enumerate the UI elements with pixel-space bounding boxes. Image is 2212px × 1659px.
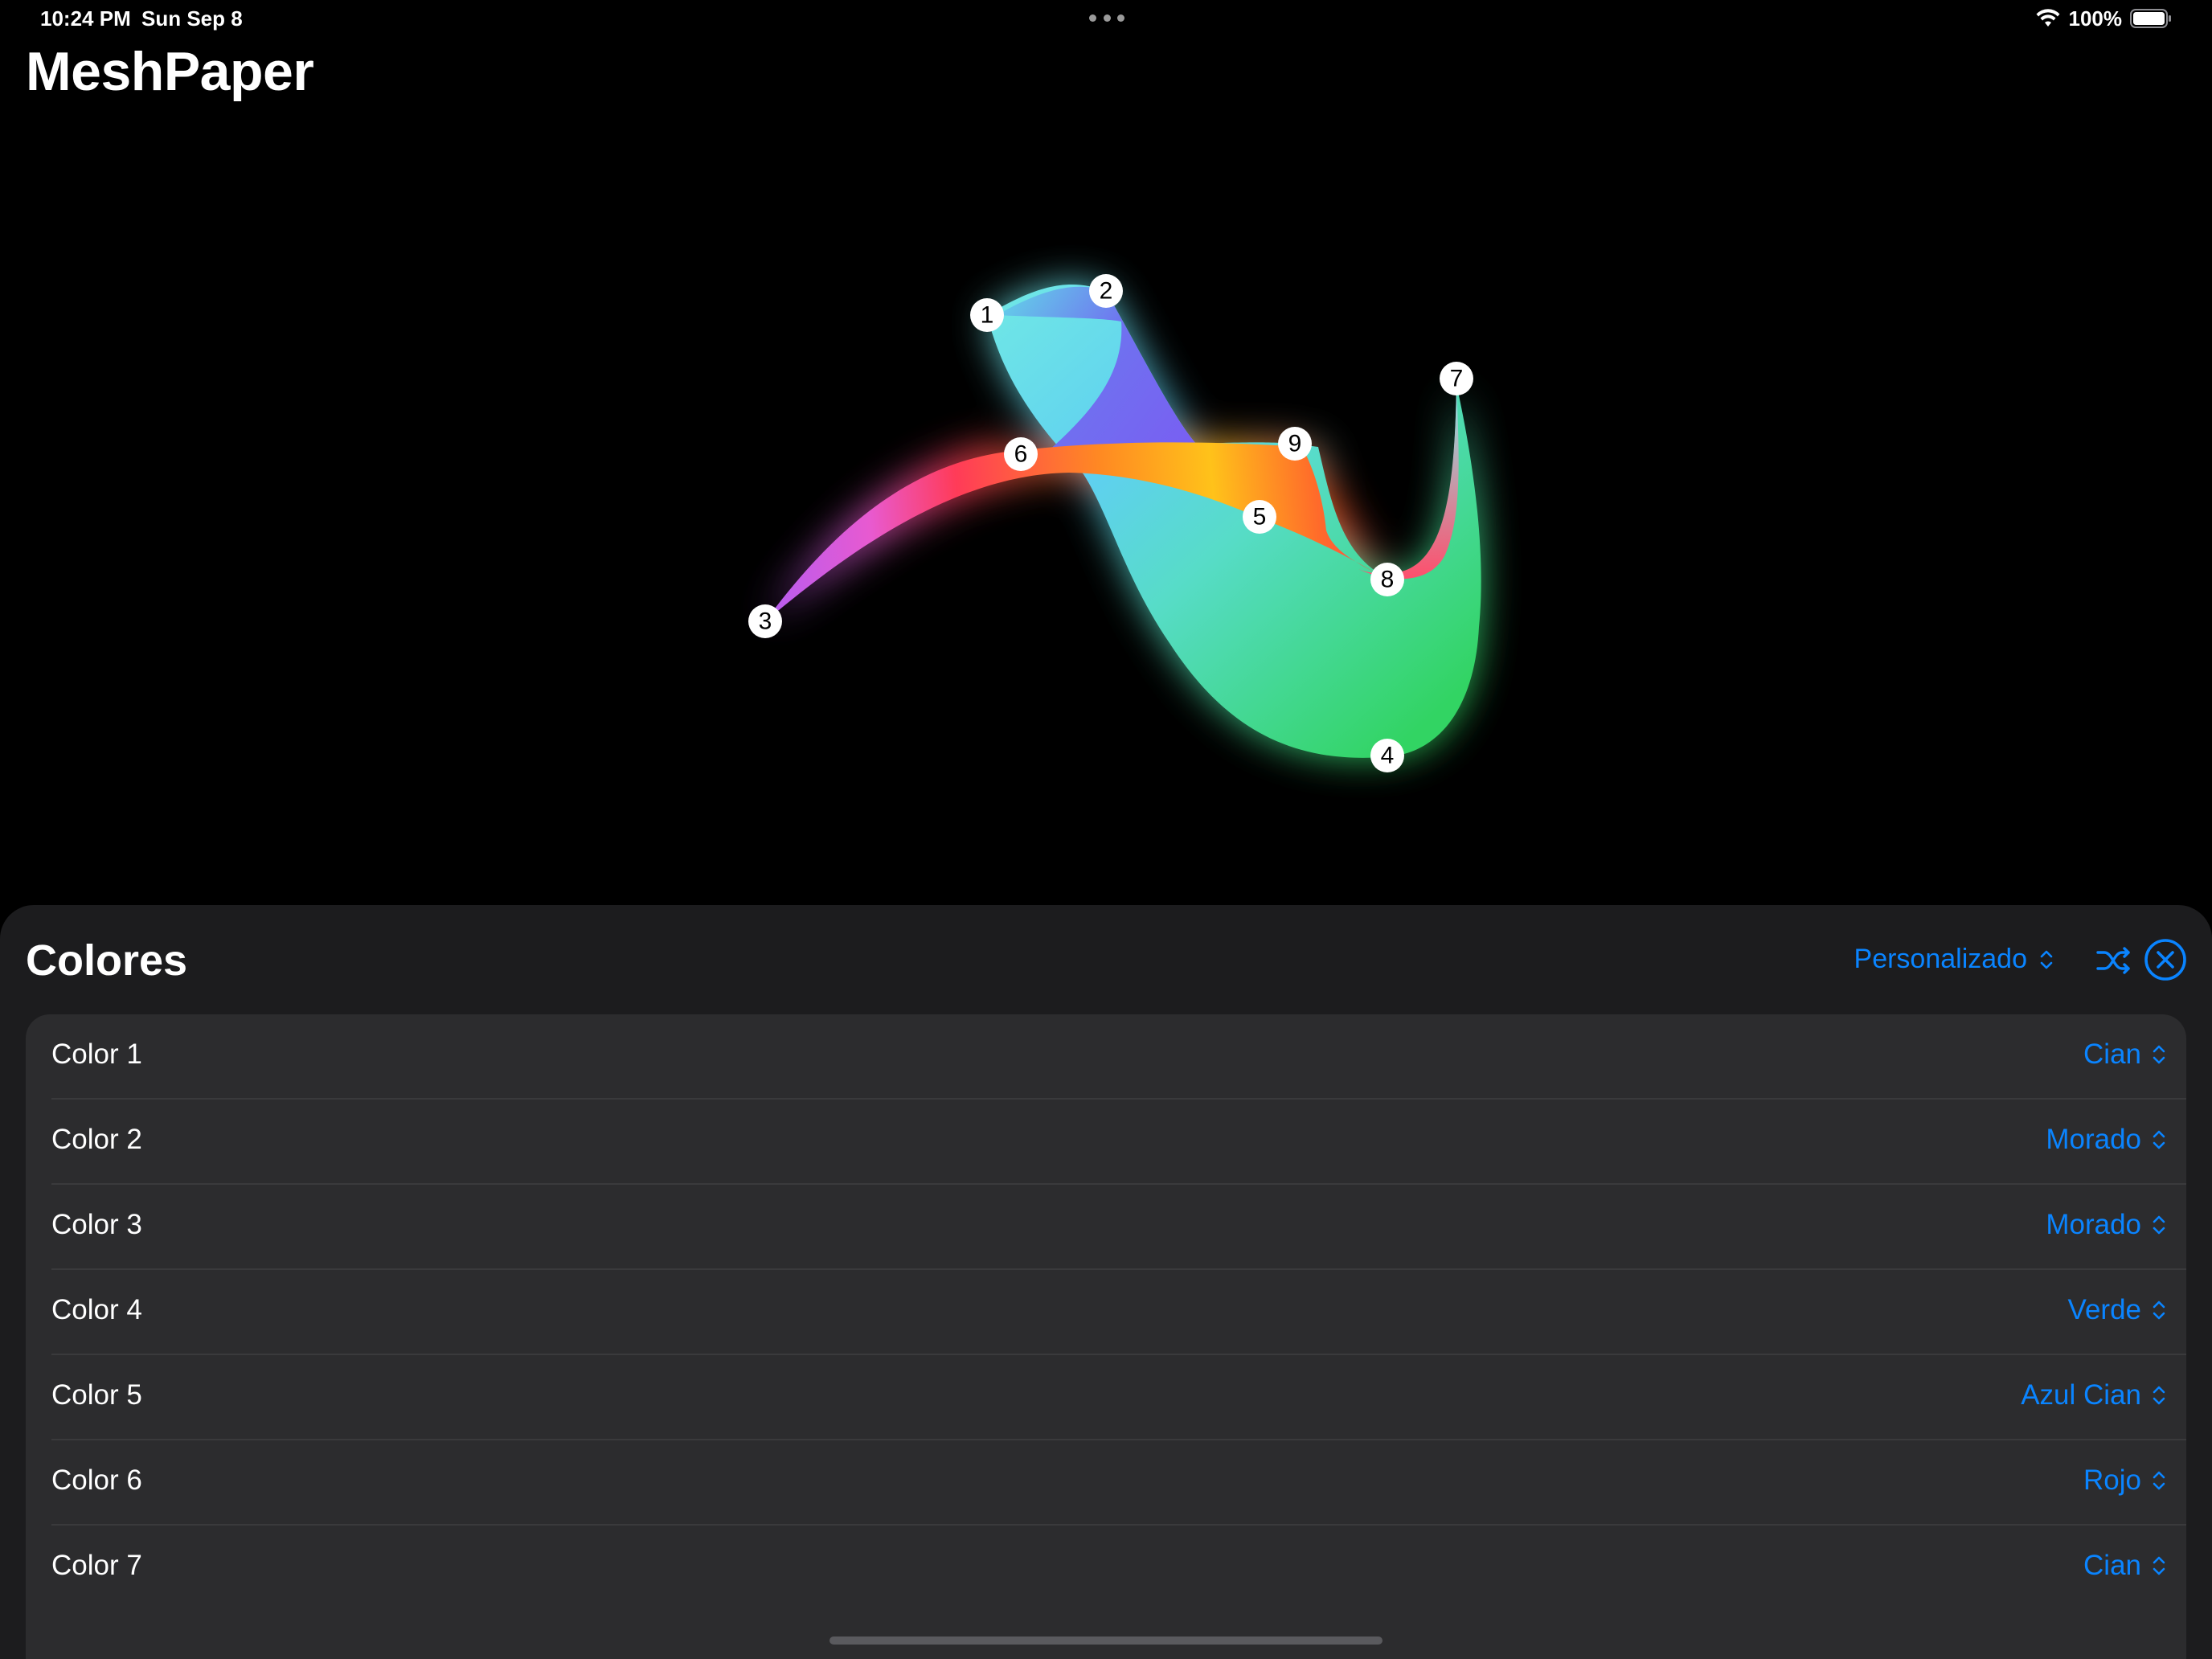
control-point-6[interactable]: 6 bbox=[1004, 437, 1038, 471]
row-label: Color 5 bbox=[51, 1379, 142, 1411]
svg-text:8: 8 bbox=[1381, 567, 1395, 593]
row-label: Color 3 bbox=[51, 1209, 142, 1240]
color-picker-6[interactable]: Rojo bbox=[2083, 1464, 2167, 1497]
chevron-updown-icon bbox=[2153, 1130, 2165, 1149]
mesh-hook bbox=[1358, 384, 1459, 580]
chevron-updown-icon bbox=[2153, 1045, 2165, 1064]
color-list: Color 1 Cian Color 2 Morado Color 3 Mora… bbox=[26, 1014, 2186, 1659]
control-point-4[interactable]: 4 bbox=[1370, 739, 1404, 772]
multitask-dots-icon[interactable] bbox=[1089, 14, 1124, 23]
colors-sheet: Colores Personalizado Color 1 Cian Color… bbox=[0, 905, 2212, 1659]
mesh-gradient-canvas[interactable]: 1 2 3 4 5 6 7 8 9 bbox=[0, 129, 2212, 900]
color-row-3[interactable]: Color 3 Morado bbox=[51, 1185, 2186, 1270]
svg-text:9: 9 bbox=[1288, 431, 1302, 457]
mesh-body bbox=[987, 284, 1481, 758]
chevron-updown-icon bbox=[2153, 1556, 2165, 1575]
status-date: Sun Sep 8 bbox=[141, 6, 243, 31]
row-label: Color 1 bbox=[51, 1038, 142, 1070]
svg-text:3: 3 bbox=[759, 608, 772, 635]
control-point-8[interactable]: 8 bbox=[1370, 563, 1404, 596]
row-label: Color 6 bbox=[51, 1464, 142, 1496]
color-picker-5[interactable]: Azul Cian bbox=[2021, 1379, 2167, 1411]
color-picker-3[interactable]: Morado bbox=[2046, 1209, 2167, 1241]
row-label: Color 4 bbox=[51, 1294, 142, 1325]
wifi-icon bbox=[2036, 9, 2059, 27]
svg-text:7: 7 bbox=[1450, 366, 1464, 392]
color-picker-4[interactable]: Verde bbox=[2068, 1294, 2167, 1326]
chevron-updown-icon bbox=[2153, 1386, 2165, 1405]
chevron-updown-icon bbox=[2153, 1301, 2165, 1320]
control-point-3[interactable]: 3 bbox=[748, 604, 782, 638]
color-row-6[interactable]: Color 6 Rojo bbox=[51, 1440, 2186, 1526]
shuffle-icon[interactable] bbox=[2093, 940, 2133, 981]
row-value: Morado bbox=[2046, 1209, 2141, 1240]
control-point-9[interactable]: 9 bbox=[1278, 427, 1312, 461]
color-row-7[interactable]: Color 7 Cian bbox=[51, 1526, 2186, 1609]
chevron-updown-icon bbox=[2153, 1471, 2165, 1490]
row-label: Color 7 bbox=[51, 1550, 142, 1581]
row-value: Rojo bbox=[2083, 1464, 2141, 1496]
svg-text:1: 1 bbox=[981, 302, 994, 329]
close-circle-icon[interactable] bbox=[2143, 937, 2188, 982]
chevron-updown-icon bbox=[2153, 1215, 2165, 1235]
row-value: Cian bbox=[2083, 1550, 2141, 1581]
row-value: Verde bbox=[2067, 1294, 2141, 1325]
control-point-7[interactable]: 7 bbox=[1440, 362, 1473, 395]
color-row-1[interactable]: Color 1 Cian bbox=[51, 1014, 2186, 1100]
row-value: Morado bbox=[2046, 1124, 2141, 1155]
svg-text:4: 4 bbox=[1381, 743, 1395, 769]
svg-text:2: 2 bbox=[1100, 278, 1113, 305]
color-picker-1[interactable]: Cian bbox=[2083, 1038, 2167, 1071]
control-point-5[interactable]: 5 bbox=[1243, 500, 1276, 534]
row-value: Azul Cian bbox=[2021, 1379, 2141, 1411]
status-bar: 10:24 PM Sun Sep 8 100% bbox=[0, 0, 2212, 40]
color-picker-7[interactable]: Cian bbox=[2083, 1550, 2167, 1582]
chevron-updown-icon bbox=[2040, 950, 2053, 969]
control-point-1[interactable]: 1 bbox=[970, 298, 1004, 332]
svg-text:5: 5 bbox=[1253, 504, 1267, 530]
svg-text:6: 6 bbox=[1014, 441, 1028, 468]
color-row-4[interactable]: Color 4 Verde bbox=[51, 1270, 2186, 1355]
preset-picker[interactable]: Personalizado bbox=[1854, 944, 2054, 975]
status-right: 100% bbox=[2035, 5, 2173, 32]
app-title: MeshPaper bbox=[26, 41, 314, 102]
row-value: Cian bbox=[2083, 1038, 2141, 1070]
color-picker-2[interactable]: Morado bbox=[2046, 1124, 2167, 1156]
control-point-2[interactable]: 2 bbox=[1089, 274, 1123, 308]
battery-percentage: 100% bbox=[2068, 6, 2123, 31]
color-row-2[interactable]: Color 2 Morado bbox=[51, 1100, 2186, 1185]
sheet-title: Colores bbox=[26, 936, 188, 985]
battery-icon bbox=[2130, 9, 2171, 28]
row-label: Color 2 bbox=[51, 1124, 142, 1155]
status-time: 10:24 PM bbox=[40, 6, 131, 31]
color-row-5[interactable]: Color 5 Azul Cian bbox=[51, 1355, 2186, 1440]
preset-picker-label: Personalizado bbox=[1854, 944, 2027, 974]
home-indicator[interactable] bbox=[830, 1636, 1382, 1645]
